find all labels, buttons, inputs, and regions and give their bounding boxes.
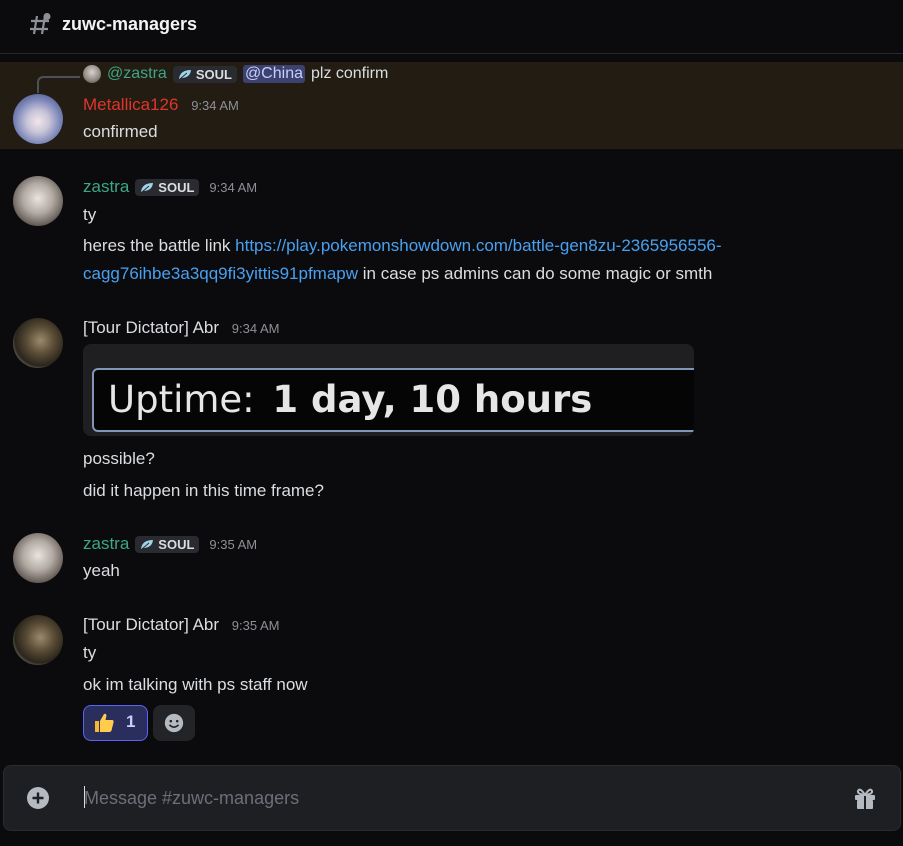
- smile-icon: [164, 713, 184, 733]
- channel-header: zuwc-managers: [0, 0, 903, 54]
- message-input[interactable]: Message #zuwc-managers: [84, 788, 299, 809]
- message-abr-1[interactable]: [Tour Dictator] Abr 9:34 AM Uptime: 1 da…: [0, 312, 903, 507]
- message-text: ty: [83, 205, 97, 224]
- message-text-with-link-cont: cagg76ihbe3a3qq9fi3yittis91pfmapw in cas…: [83, 264, 713, 283]
- leaf-icon: [141, 182, 154, 192]
- author-name[interactable]: zastra SOUL 9:35 AM: [83, 534, 257, 554]
- battle-link-cont[interactable]: cagg76ihbe3a3qq9fi3yittis91pfmapw: [83, 264, 358, 283]
- avatar-abr[interactable]: [13, 318, 63, 368]
- timestamp: 9:35 AM: [209, 536, 258, 552]
- role-tag: SOUL: [135, 178, 200, 196]
- timestamp: 9:34 AM: [191, 98, 239, 113]
- text-channel-hash-icon: [30, 13, 51, 35]
- avatar-zastra[interactable]: [13, 176, 63, 226]
- message-zastra-1[interactable]: zastra SOUL 9:34 AM ty heres the battle …: [0, 170, 903, 290]
- uptime-image: Uptime: 1 day, 10 hours: [92, 368, 694, 432]
- add-attachment-icon[interactable]: [26, 786, 50, 810]
- message-text: confirmed: [83, 122, 158, 141]
- reply-role-tag: SOUL: [172, 65, 237, 83]
- reply-preview[interactable]: @zastra SOUL @China plz confirm: [83, 65, 388, 83]
- reaction-count: 1: [126, 712, 136, 731]
- author-name[interactable]: Metallica126 9:34 AM: [83, 95, 239, 115]
- role-tag: SOUL: [135, 535, 200, 553]
- message-text: possible?: [83, 449, 155, 468]
- reply-mention[interactable]: @China: [242, 65, 305, 83]
- channel-title: zuwc-managers: [62, 14, 198, 34]
- message-text: ok im talking with ps staff now: [83, 675, 308, 694]
- add-reaction-button[interactable]: [153, 705, 195, 741]
- battle-link[interactable]: https://play.pokemonshowdown.com/battle-…: [235, 236, 721, 255]
- leaf-icon: [178, 69, 191, 79]
- message-abr-2[interactable]: [Tour Dictator] Abr 9:35 AM ty ok im tal…: [0, 610, 903, 745]
- reply-avatar: [83, 65, 101, 83]
- author-name[interactable]: zastra SOUL 9:34 AM: [83, 177, 257, 197]
- leaf-icon: [141, 539, 154, 549]
- message-text-with-link: heres the battle link https://play.pokem…: [83, 236, 722, 255]
- message-metallica[interactable]: @zastra SOUL @China plz confirm Metallic…: [0, 62, 903, 149]
- avatar-abr[interactable]: [13, 615, 63, 665]
- message-text: ty: [83, 643, 97, 662]
- timestamp: 9:34 AM: [209, 179, 258, 195]
- message-text: yeah: [83, 561, 120, 580]
- reply-connector: [37, 76, 80, 93]
- avatar-zastra[interactable]: [13, 533, 63, 583]
- timestamp: 9:34 AM: [231, 321, 280, 336]
- uptime-value: 1 day, 10 hours: [272, 378, 593, 421]
- reply-text: plz confirm: [310, 65, 389, 82]
- timestamp: 9:35 AM: [231, 618, 280, 633]
- gift-icon[interactable]: [852, 786, 878, 810]
- author-name[interactable]: [Tour Dictator] Abr 9:34 AM: [83, 318, 280, 338]
- reply-author[interactable]: @zastra: [107, 65, 167, 83]
- author-name[interactable]: [Tour Dictator] Abr 9:35 AM: [83, 615, 280, 635]
- reaction-thumbs-up[interactable]: 1: [83, 705, 148, 741]
- uptime-label: Uptime:: [108, 378, 255, 421]
- message-composer[interactable]: Message #zuwc-managers: [3, 765, 901, 831]
- message-zastra-2[interactable]: zastra SOUL 9:35 AM yeah: [0, 528, 903, 588]
- avatar-metallica[interactable]: [13, 94, 63, 144]
- message-text: did it happen in this time frame?: [83, 481, 324, 500]
- image-embed[interactable]: Uptime: 1 day, 10 hours: [83, 344, 694, 436]
- thumbs-up-icon: [95, 713, 114, 732]
